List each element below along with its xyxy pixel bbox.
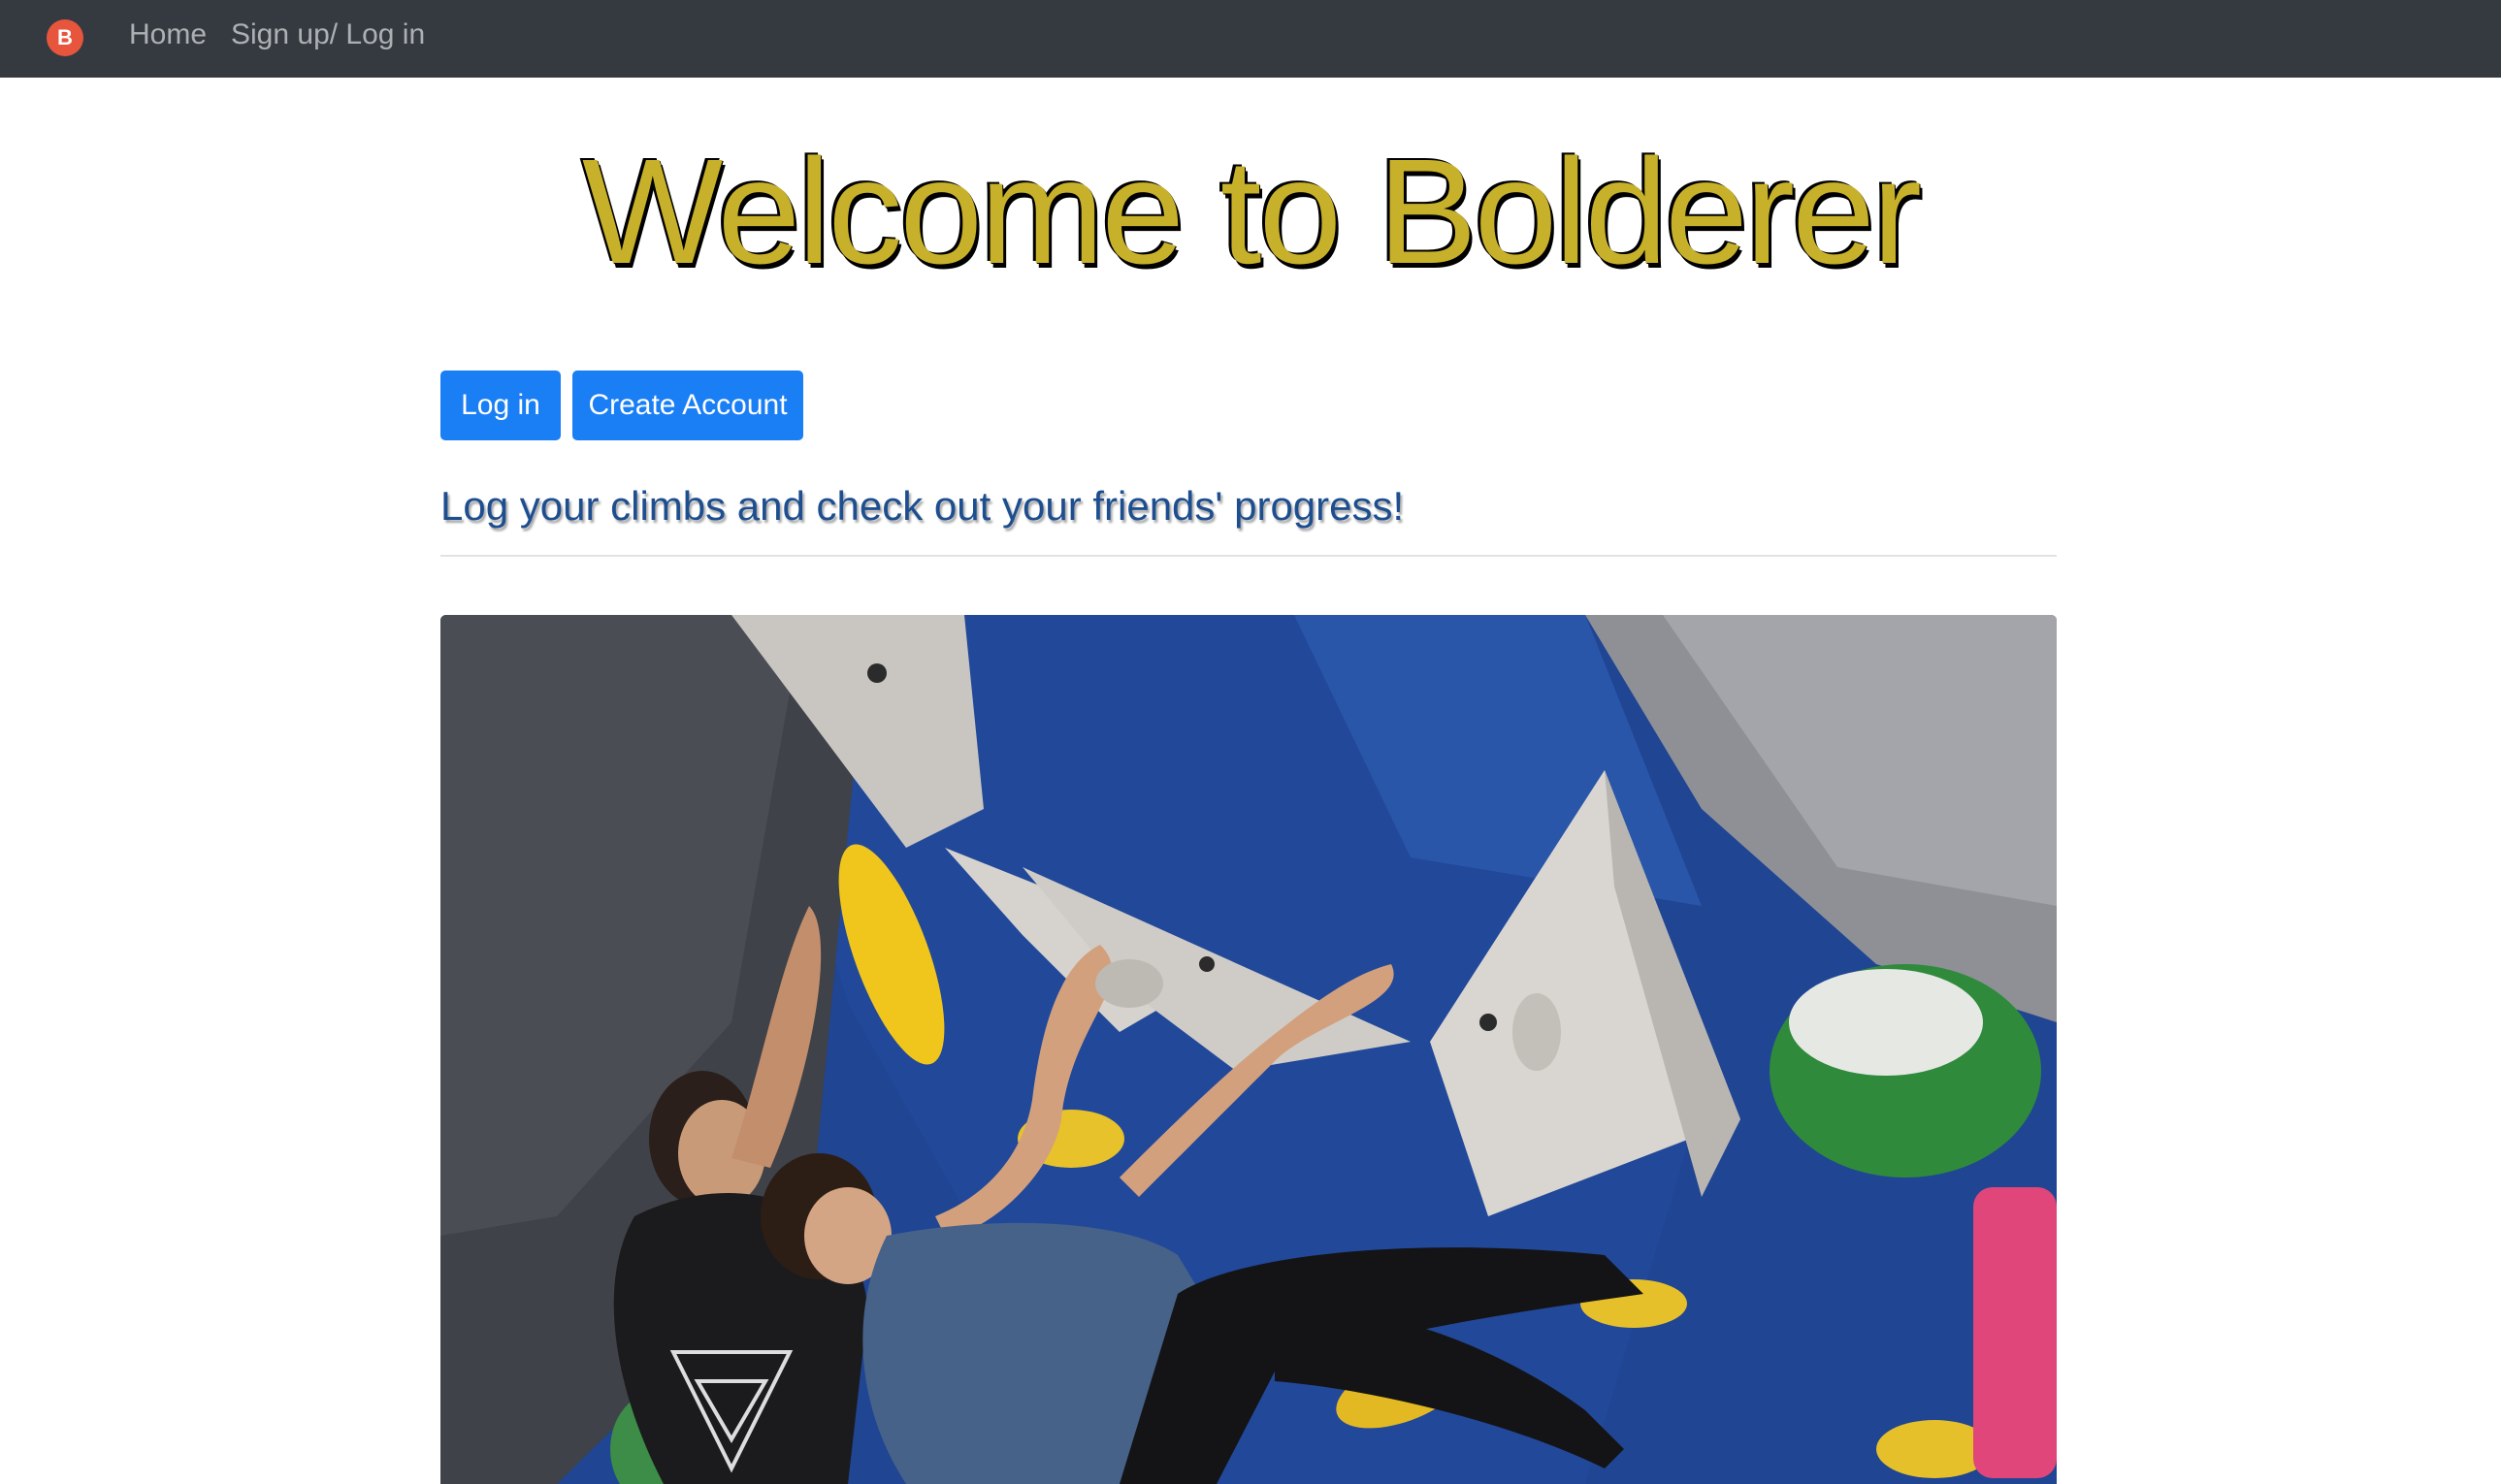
page-title: Welcome to Bolderer	[581, 128, 1922, 295]
divider	[440, 555, 2057, 557]
brand-logo-icon[interactable]: B	[47, 19, 83, 56]
login-button[interactable]: Log in	[440, 371, 561, 440]
top-navbar: B Home Sign up/ Log in	[0, 0, 2501, 78]
nav-link-signup-login[interactable]: Sign up/ Log in	[231, 17, 425, 52]
tagline: Log your climbs and check out your frien…	[440, 483, 1405, 529]
climbing-photo	[440, 615, 2057, 1484]
nav-link-home[interactable]: Home	[129, 17, 207, 52]
create-account-button[interactable]: Create Account	[572, 371, 803, 440]
